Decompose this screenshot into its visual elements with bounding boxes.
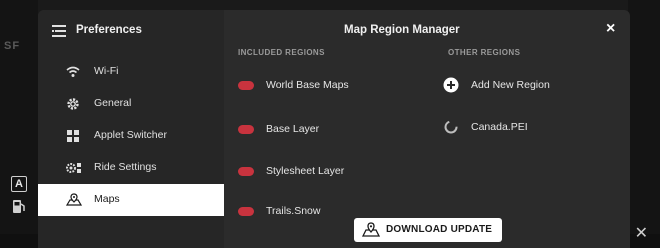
preferences-sidebar: Preferences Wi-Fi General Applet Switche… xyxy=(38,10,224,248)
background-ghost-text: SF xyxy=(4,40,21,52)
download-update-label: DOWNLOAD UPDATE xyxy=(386,224,493,235)
sidebar-header: Preferences xyxy=(38,10,224,54)
sidebar-item-label: Ride Settings xyxy=(94,161,157,173)
region-label: Trails.Snow xyxy=(266,205,321,217)
remove-region-toggle[interactable] xyxy=(238,207,254,216)
dialog-title: Map Region Manager xyxy=(344,24,460,36)
background-close-icon[interactable]: ✕ xyxy=(635,226,648,242)
auto-mode-icon: A xyxy=(11,176,27,192)
gear-icon xyxy=(66,97,80,111)
grid-icon xyxy=(66,129,80,143)
fuel-pump-icon xyxy=(12,198,26,219)
sidebar-item-ride-settings[interactable]: Ride Settings xyxy=(38,152,224,184)
sidebar-item-general[interactable]: General xyxy=(38,88,224,120)
other-region-label: Canada.PEI xyxy=(471,121,528,133)
sidebar-item-label: Applet Switcher xyxy=(94,129,167,141)
map-download-icon xyxy=(361,222,381,243)
remove-region-toggle[interactable] xyxy=(238,167,254,176)
preferences-dialog: Preferences Wi-Fi General Applet Switche… xyxy=(38,10,630,248)
close-button[interactable]: × xyxy=(606,21,615,37)
included-regions-header: INCLUDED REGIONS xyxy=(238,48,325,57)
region-label: Stylesheet Layer xyxy=(266,165,345,177)
remove-region-toggle[interactable] xyxy=(238,81,254,90)
sidebar-item-label: General xyxy=(94,97,132,109)
sidebar-item-applet-switcher[interactable]: Applet Switcher xyxy=(38,120,224,152)
other-region-label: Add New Region xyxy=(471,79,550,91)
map-icon xyxy=(65,193,83,207)
sidebar-item-wifi[interactable]: Wi-Fi xyxy=(38,56,224,88)
region-label: World Base Maps xyxy=(266,79,349,91)
sidebar-title: Preferences xyxy=(76,24,142,36)
wifi-icon xyxy=(66,65,80,79)
remove-region-toggle[interactable] xyxy=(238,125,254,134)
loading-icon xyxy=(443,119,459,135)
sidebar-item-label: Wi-Fi xyxy=(94,65,119,77)
other-regions-header: OTHER REGIONS xyxy=(448,48,521,57)
ride-settings-icon xyxy=(66,161,81,175)
background-right-strip xyxy=(628,0,660,248)
sidebar-item-label: Maps xyxy=(94,193,120,205)
plus-icon xyxy=(443,77,459,93)
menu-list-icon xyxy=(52,24,66,43)
download-update-button[interactable]: DOWNLOAD UPDATE xyxy=(354,218,502,242)
region-label: Base Layer xyxy=(266,123,320,135)
sidebar-item-maps[interactable]: Maps xyxy=(38,184,224,216)
